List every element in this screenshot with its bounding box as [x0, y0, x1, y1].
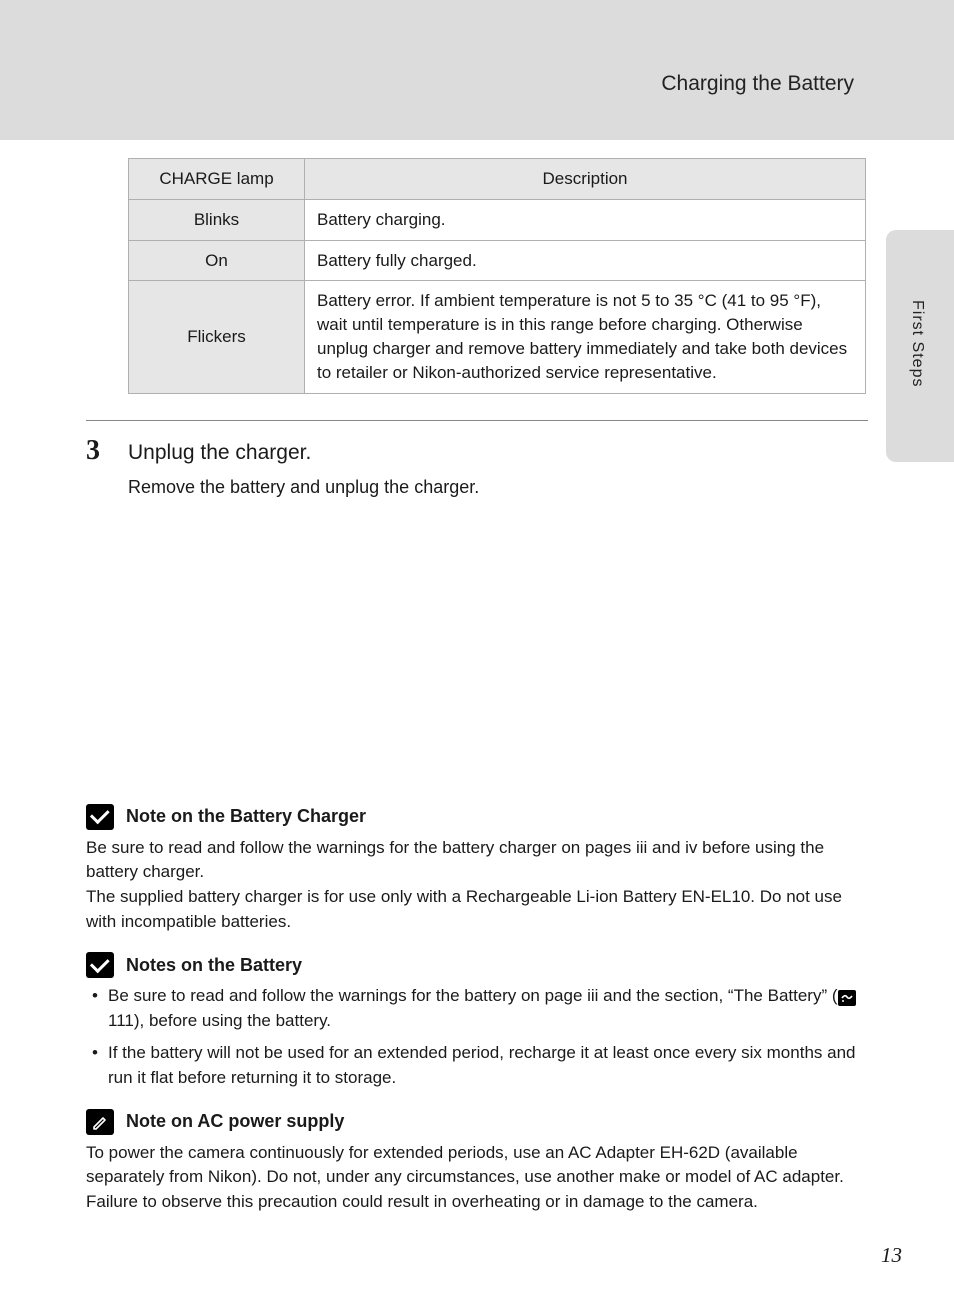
- note-list: Be sure to read and follow the warnings …: [86, 984, 868, 1091]
- lamp-desc: Battery error. If ambient temperature is…: [305, 281, 866, 393]
- note-heading-ac: Note on AC power supply: [86, 1109, 868, 1135]
- charge-lamp-table: CHARGE lamp Description Blinks Battery c…: [128, 158, 866, 394]
- note-title: Note on AC power supply: [126, 1111, 344, 1132]
- table-row: Blinks Battery charging.: [129, 199, 866, 240]
- page-title: Charging the Battery: [661, 72, 854, 96]
- check-icon: [86, 804, 114, 830]
- note-heading-charger: Note on the Battery Charger: [86, 804, 868, 830]
- table-header-desc: Description: [305, 159, 866, 200]
- lamp-state: Flickers: [129, 281, 305, 393]
- step-number: 3: [86, 435, 128, 467]
- table-row: On Battery fully charged.: [129, 240, 866, 281]
- step-body: Remove the battery and unplug the charge…: [128, 477, 868, 498]
- list-text-part: Be sure to read and follow the warnings …: [108, 986, 838, 1005]
- pencil-icon: [86, 1109, 114, 1135]
- header-background: [0, 0, 954, 140]
- note-title: Note on the Battery Charger: [126, 806, 366, 827]
- note-heading-battery: Notes on the Battery: [86, 952, 868, 978]
- note-title: Notes on the Battery: [126, 955, 302, 976]
- step-3: 3 Unplug the charger. Remove the battery…: [86, 420, 868, 498]
- list-item: Be sure to read and follow the warnings …: [86, 984, 868, 1033]
- lamp-desc: Battery fully charged.: [305, 240, 866, 281]
- step-title: Unplug the charger.: [128, 441, 311, 465]
- note-text: To power the camera continuously for ext…: [86, 1141, 868, 1215]
- table-row: Flickers Battery error. If ambient tempe…: [129, 281, 866, 393]
- list-text-part: 111), before using the battery.: [108, 1011, 331, 1030]
- lamp-desc: Battery charging.: [305, 199, 866, 240]
- list-item: If the battery will not be used for an e…: [86, 1041, 868, 1090]
- page-number: 13: [881, 1243, 902, 1268]
- check-icon: [86, 952, 114, 978]
- note-text: Be sure to read and follow the warnings …: [86, 836, 868, 885]
- note-text: The supplied battery charger is for use …: [86, 885, 868, 934]
- reference-icon: [838, 990, 856, 1006]
- lamp-state: Blinks: [129, 199, 305, 240]
- table-header-lamp: CHARGE lamp: [129, 159, 305, 200]
- lamp-state: On: [129, 240, 305, 281]
- section-tab-label: First Steps: [908, 300, 926, 387]
